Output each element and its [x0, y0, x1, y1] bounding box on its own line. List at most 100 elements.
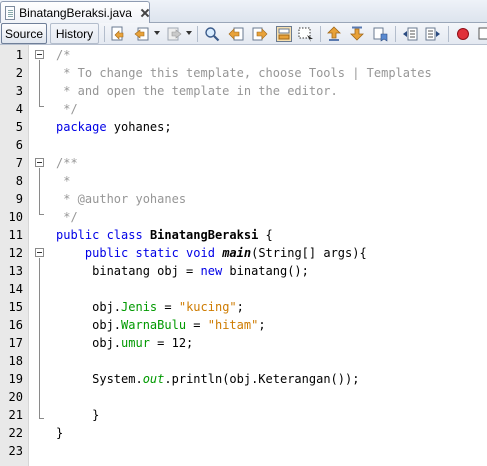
close-icon[interactable]: [140, 8, 149, 18]
line-number: 22: [8, 426, 23, 440]
code-token: main: [222, 246, 252, 260]
fold-guide: [39, 258, 40, 418]
fold-collapse-icon[interactable]: [35, 158, 44, 167]
find-next-icon[interactable]: [252, 26, 268, 42]
back-icon[interactable]: [134, 26, 150, 42]
fold-collapse-icon[interactable]: [35, 248, 44, 257]
toggle-highlight-search-icon[interactable]: [276, 26, 292, 42]
code-token: }: [56, 408, 100, 422]
code-token: * @author yohanes: [56, 192, 187, 206]
code-token: /**: [56, 156, 78, 170]
code-line[interactable]: * To change this template, choose Tools …: [56, 64, 432, 82]
code-token: out: [142, 372, 165, 386]
code-token: package: [56, 120, 107, 134]
next-bookmark-icon[interactable]: [349, 26, 365, 42]
code-token: Jenis: [121, 300, 158, 314]
code-token: WarnaBulu: [121, 318, 187, 332]
code-line[interactable]: obj.WarnaBulu = "hitam";: [56, 316, 266, 334]
code-token: obj.: [56, 318, 122, 332]
editor-toolbar: Source History: [0, 23, 487, 45]
code-line[interactable]: }: [56, 406, 99, 424]
line-number: 3: [15, 84, 23, 98]
line-number: 9: [15, 192, 23, 206]
code-line[interactable]: }: [56, 424, 63, 442]
code-line[interactable]: binatang obj = new binatang();: [56, 262, 309, 280]
fold-guide: [39, 60, 40, 106]
toggle-rectangular-selection-icon[interactable]: [298, 26, 314, 42]
history-button[interactable]: History: [50, 23, 99, 44]
code-token: ;: [236, 300, 244, 314]
code-token: ;: [258, 318, 266, 332]
code-token: (String[] args){: [251, 246, 367, 260]
line-number: 10: [8, 210, 23, 224]
source-button[interactable]: Source: [1, 23, 47, 44]
code-token: umur: [121, 336, 150, 350]
tab-title: BinatangBeraksi.java: [19, 5, 132, 20]
back-dropdown-icon[interactable]: [154, 31, 160, 35]
code-line[interactable]: public static void main(String[] args){: [56, 244, 367, 262]
shift-line-right-icon[interactable]: [425, 26, 441, 42]
previous-bookmark-icon[interactable]: [326, 26, 342, 42]
code-token: "hitam": [207, 318, 259, 332]
fold-end: [39, 214, 44, 215]
code-token: .println(obj.Keterangan());: [164, 372, 360, 386]
code-token: binatang();: [222, 264, 309, 278]
code-token: = 12;: [149, 336, 194, 350]
code-line[interactable]: package yohanes;: [56, 118, 172, 136]
line-number: 13: [8, 264, 23, 278]
code-token: * To change this template, choose Tools …: [56, 66, 432, 80]
line-number: 11: [8, 228, 23, 242]
toggle-bookmark-icon[interactable]: [372, 26, 388, 42]
code-token: /*: [56, 48, 71, 62]
tab-binatangberaksi[interactable]: BinatangBeraksi.java: [0, 1, 150, 23]
code-line[interactable]: obj.Jenis = "kucing";: [56, 298, 244, 316]
code-token: System.: [56, 372, 143, 386]
line-number: 17: [8, 336, 23, 350]
code-token: BinatangBeraksi: [149, 228, 259, 242]
code-line[interactable]: System.out.println(obj.Keterangan());: [56, 370, 359, 388]
line-number: 16: [8, 318, 23, 332]
code-token: new: [200, 264, 223, 278]
line-number: 18: [8, 354, 23, 368]
code-token: yohanes;: [106, 120, 172, 134]
line-number: 5: [15, 120, 23, 134]
last-edit-icon[interactable]: [110, 26, 126, 42]
shift-line-left-icon[interactable]: [402, 26, 418, 42]
code-line[interactable]: /*: [56, 46, 70, 64]
code-line[interactable]: * @author yohanes: [56, 190, 186, 208]
code-editor[interactable]: 1 /* 2 * To change this template, choose T…: [0, 45, 487, 466]
code-token: "kucing": [178, 300, 237, 314]
line-number: 1: [15, 48, 23, 62]
toolbar-separator: [320, 26, 321, 42]
code-line[interactable]: * and open the template in the editor.: [56, 82, 338, 100]
fold-end: [39, 418, 44, 419]
code-line[interactable]: public class BinatangBeraksi {: [56, 226, 273, 244]
code-token: */: [56, 102, 78, 116]
line-number: 8: [15, 174, 23, 188]
code-line[interactable]: obj.umur = 12;: [56, 334, 193, 352]
code-token: * and open the template in the editor.: [56, 84, 338, 98]
code-line[interactable]: /**: [56, 154, 78, 172]
line-number: 6: [15, 138, 23, 152]
code-line[interactable]: *: [56, 172, 70, 190]
code-line[interactable]: */: [56, 100, 78, 118]
line-number: 19: [8, 372, 23, 386]
find-icon[interactable]: [204, 26, 220, 42]
code-token: }: [56, 426, 64, 440]
line-number: 14: [8, 282, 23, 296]
fold-collapse-icon[interactable]: [35, 50, 44, 59]
start-macro-recording-icon[interactable]: [455, 26, 471, 42]
code-line[interactable]: */: [56, 208, 78, 226]
forward-dropdown-icon[interactable]: [186, 31, 192, 35]
find-previous-icon[interactable]: [228, 26, 244, 42]
toolbar-separator: [395, 26, 396, 42]
line-number: 21: [8, 408, 23, 422]
code-token: */: [56, 210, 78, 224]
forward-icon[interactable]: [166, 26, 182, 42]
java-file-icon: [5, 5, 16, 20]
stop-macro-recording-icon[interactable]: [477, 26, 487, 42]
toolbar-separator: [448, 26, 449, 42]
code-token: {: [258, 228, 273, 242]
